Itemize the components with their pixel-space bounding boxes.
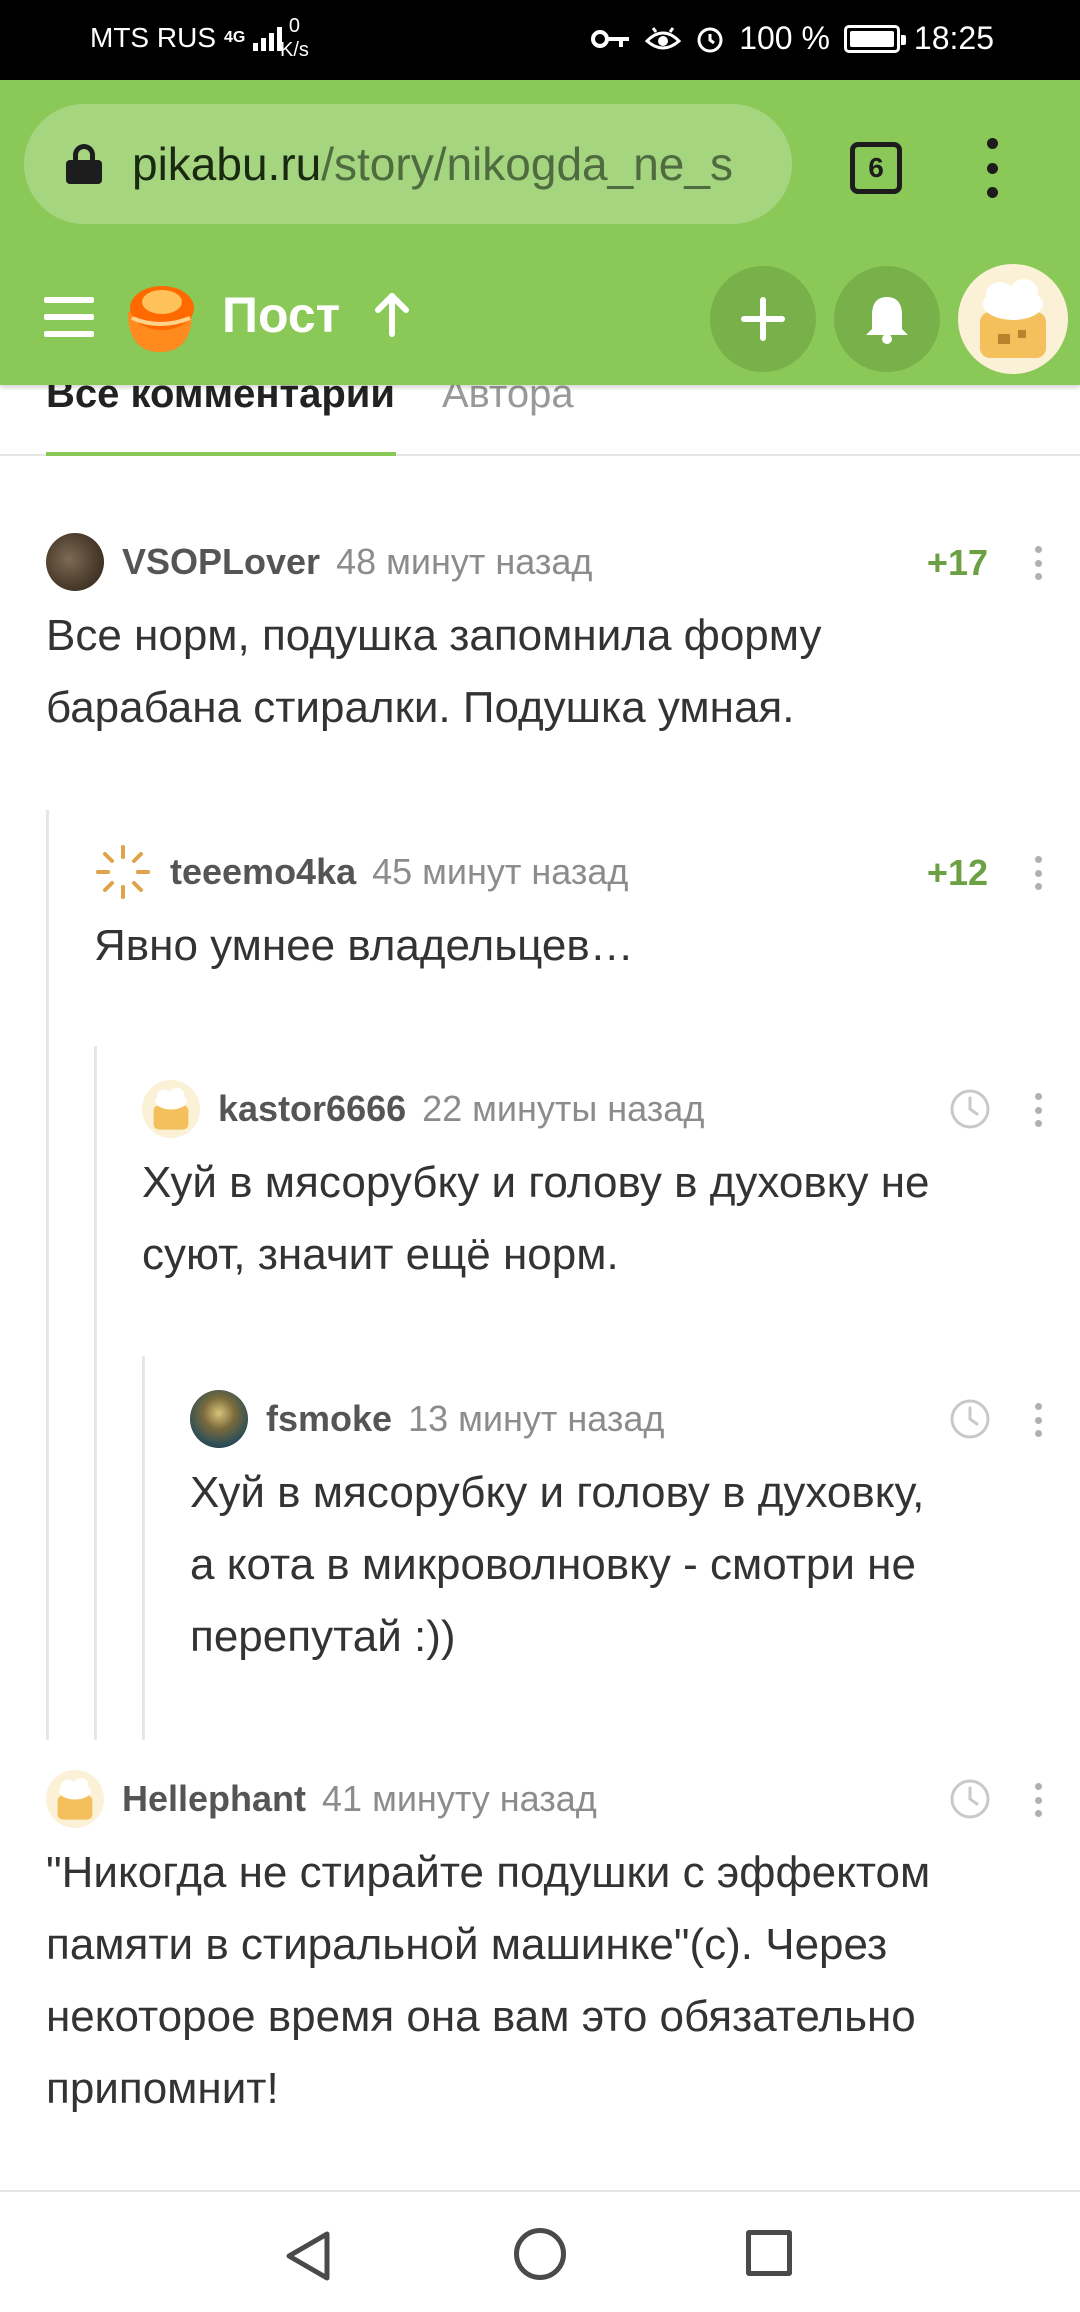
thread-line[interactable] [94,1046,97,1740]
avatar[interactable] [46,533,104,591]
comment-line: Хуй в мясорубку и голову в духовку, [190,1468,925,1517]
battery-percent: 100 % [739,20,830,56]
comment-line: барабана стиралки. Подушка умная. [46,683,795,732]
home-icon[interactable] [514,2228,566,2280]
more-icon[interactable] [1034,1403,1042,1437]
comment-time[interactable]: 22 минуты назад [422,1088,704,1130]
speed-value: 0 [288,15,301,37]
comment-line: некоторое время она вам это обязательно [46,1992,916,2041]
lock-icon[interactable] [66,144,102,184]
comment-author[interactable]: kastor6666 [218,1088,406,1130]
tabs-button[interactable]: 6 [850,142,902,194]
comment-line: перепутай :)) [190,1612,456,1661]
notifications-button[interactable] [834,266,940,372]
comment-line: Явно умнее владельцев… [94,921,634,970]
comment: kastor6666 22 минуты назад Хуй в мясоруб… [142,1077,1080,1291]
more-icon[interactable] [1034,1093,1042,1127]
key-icon [591,29,630,48]
comment-time[interactable]: 13 минут назад [408,1398,664,1440]
carrier-group: MTS RUS 4G [90,22,287,54]
more-icon[interactable] [1034,856,1042,890]
comment-line: припомнит! [46,2064,279,2113]
comment-header: teeemo4ka 45 минут назад +12 [94,840,1080,904]
more-icon[interactable] [1034,1783,1042,1817]
comment-header: fsmoke 13 минут назад [190,1387,1080,1451]
comment: VSOPLover 48 минут назад +17 Все норм, п… [46,530,1080,744]
comment-line: суют, значит ещё норм. [142,1230,619,1279]
comment-rating: +17 [926,542,988,583]
comment-author[interactable]: Hellephant [122,1778,306,1820]
avatar[interactable] [142,1080,200,1138]
comment-line: "Никогда не стирайте подушки с эффектом [46,1848,931,1897]
avatar[interactable] [94,843,152,901]
clock-icon[interactable] [948,1777,992,1821]
comment-author[interactable]: fsmoke [266,1398,392,1440]
battery-level [849,30,894,47]
comment-text: Хуй в мясорубку и голову в духовку, а ко… [190,1457,1080,1673]
comment-author[interactable]: teeemo4ka [170,851,356,893]
clock-time: 18:25 [913,20,994,56]
comment-time[interactable]: 48 минут назад [336,541,592,583]
comment-author[interactable]: VSOPLover [122,541,320,583]
comment-text: Явно умнее владельцев… [94,910,1080,982]
carrier-label: MTS RUS [90,22,216,53]
add-post-button[interactable] [710,266,816,372]
comment-line: Хуй в мясорубку и голову в духовку не [142,1158,930,1207]
speed-unit: K/s [280,39,309,61]
plus-icon [741,297,785,341]
comment-line: памяти в стиральной машинке"(с). Через [46,1920,888,1969]
arrow-up-icon[interactable] [372,288,412,338]
sun-avatar-icon [96,845,150,899]
comment: teeemo4ka 45 минут назад +12 Явно умнее … [94,840,1080,982]
avatar[interactable] [46,1770,104,1828]
comment: fsmoke 13 минут назад Хуй в мясорубку и … [190,1387,1080,1673]
thread-line[interactable] [142,1356,145,1740]
status-icons: 100 % 18:25 [591,20,994,57]
more-icon[interactable] [1034,546,1042,580]
active-tab-indicator [46,452,396,456]
url-text[interactable]: pikabu.ru/story/nikogda_ne_s [132,137,733,191]
clock-icon[interactable] [948,1087,992,1131]
toast-avatar-icon [57,1777,93,1820]
alarm-icon [697,27,723,52]
toast-avatar-icon [980,279,1046,358]
thread-line[interactable] [46,810,49,1740]
address-bar[interactable]: pikabu.ru/story/nikogda_ne_s [24,104,792,224]
bell-icon [866,297,908,344]
browser-menu-button[interactable] [985,138,999,198]
browser-toolbar: pikabu.ru/story/nikogda_ne_s 6 [0,80,1080,250]
comment-line: Все норм, подушка запомнила форму [46,611,822,660]
back-icon[interactable] [283,2230,333,2282]
page-title: Пост [222,287,341,343]
url-host: pikabu.ru [132,138,322,190]
comment-rating: +12 [926,852,988,893]
battery-icon [843,24,906,53]
url-path: /story/nikogda_ne_s [321,138,733,190]
network-type: 4G [224,29,246,46]
comment-header: VSOPLover 48 минут назад +17 [46,530,1080,594]
menu-icon[interactable] [44,297,94,337]
comment-time[interactable]: 41 минуту назад [322,1778,597,1820]
comment-text: Все норм, подушка запомнила форму бараба… [46,600,1080,744]
comment-text: Хуй в мясорубку и голову в духовку не су… [142,1147,1080,1291]
comment-line: а кота в микроволновку - смотри не [190,1540,916,1589]
recent-apps-icon[interactable] [746,2230,792,2276]
profile-avatar[interactable] [958,264,1068,374]
comment-text: "Никогда не стирайте подушки с эффектом … [46,1837,1080,2125]
comment-header: kastor6666 22 минуты назад [142,1077,1080,1141]
pikabu-logo-icon[interactable] [118,272,202,356]
clock-icon[interactable] [948,1397,992,1441]
comment: Hellephant 41 минуту назад "Никогда не с… [46,1767,1080,2125]
status-bar: MTS RUS 4G 0 K/s 100 % 18:25 [0,0,1080,80]
system-nav-bar [0,2190,1080,2312]
eye-comfort-icon [645,26,682,49]
comment-time[interactable]: 45 минут назад [372,851,628,893]
comment-header: Hellephant 41 минуту назад [46,1767,1080,1831]
network-speed: 0 K/s [280,14,309,62]
avatar[interactable] [190,1390,248,1448]
toast-avatar-icon [153,1087,189,1130]
site-header: Пост [0,250,1080,385]
